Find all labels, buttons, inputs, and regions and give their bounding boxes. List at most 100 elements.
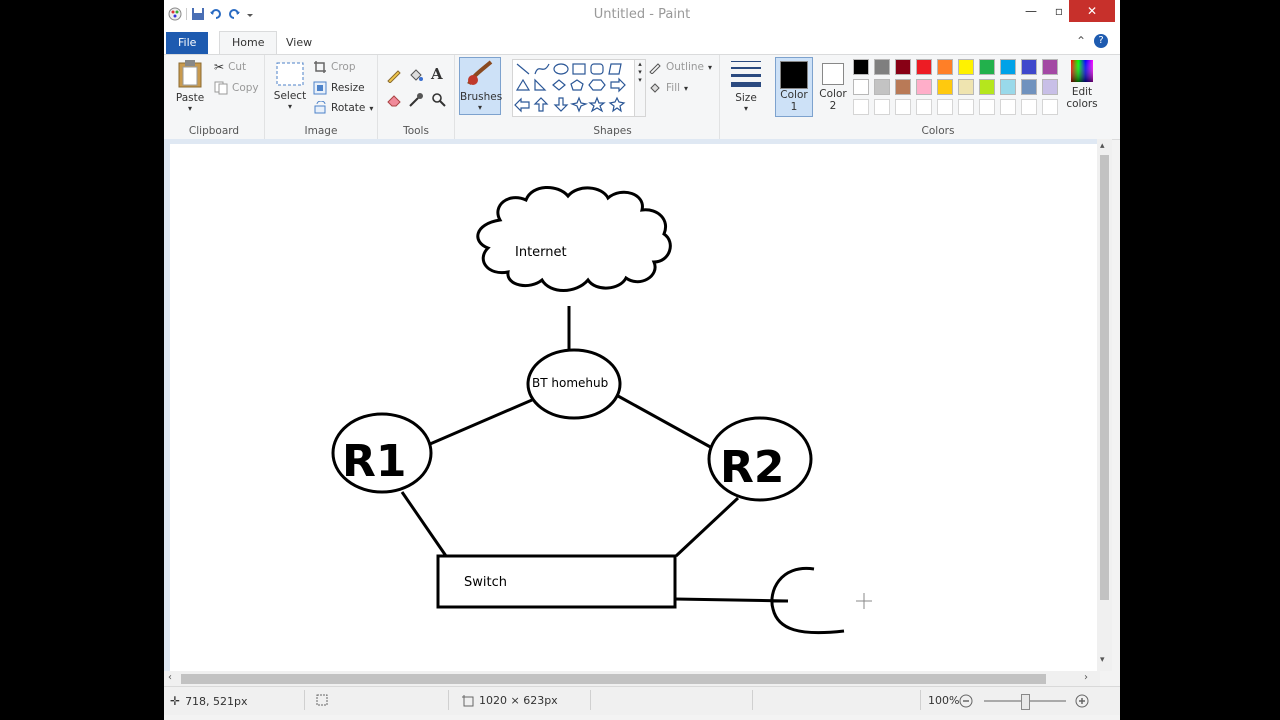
copy-button[interactable]: Copy: [214, 81, 259, 95]
zoom-out-icon: [959, 694, 973, 708]
horizontal-scroll-thumb[interactable]: [181, 674, 1046, 684]
color1-button[interactable]: Color 1: [775, 57, 813, 117]
rotate-button[interactable]: Rotate ▾: [313, 101, 373, 115]
vertical-scrollbar[interactable]: ▴ ▾: [1097, 139, 1112, 671]
crop-label: Crop: [331, 61, 356, 73]
window-title: Untitled - Paint: [593, 7, 691, 22]
palette-swatch[interactable]: [1042, 79, 1058, 95]
fill-button[interactable]: Fill ▾: [648, 81, 688, 95]
internet-label: Internet: [515, 245, 567, 260]
colors-group-label: Colors: [921, 125, 955, 137]
scroll-up-icon[interactable]: ▴: [1100, 141, 1105, 151]
brushes-label: Brushes: [460, 91, 503, 103]
palette-swatch[interactable]: [979, 99, 995, 115]
size-label: Size: [735, 92, 757, 104]
palette-swatch[interactable]: [874, 99, 890, 115]
color2-button[interactable]: Color 2: [815, 57, 851, 117]
palette-swatch[interactable]: [853, 99, 869, 115]
resize-button[interactable]: Resize: [313, 81, 365, 95]
pencil-icon[interactable]: [386, 67, 402, 83]
palette-swatch[interactable]: [1042, 59, 1058, 75]
minimize-button[interactable]: —: [1016, 0, 1046, 22]
hub-r1-link: [429, 398, 533, 446]
palette-swatch[interactable]: [1000, 59, 1016, 75]
palette-swatch[interactable]: [1000, 79, 1016, 95]
paste-label: Paste: [175, 92, 205, 104]
palette-swatch[interactable]: [958, 99, 974, 115]
shapes-gallery[interactable]: [512, 59, 636, 117]
palette-swatch[interactable]: [1021, 79, 1037, 95]
color-palette: [853, 59, 1063, 123]
help-icon[interactable]: ?: [1094, 34, 1108, 48]
rotate-label: Rotate: [331, 102, 366, 114]
resize-icon: [313, 81, 327, 95]
zoom-in-button[interactable]: [1075, 694, 1089, 708]
colors-group: Color 1 Color 2 Edit colors Colors: [773, 55, 1103, 139]
outline-label: Outline: [666, 61, 704, 73]
color-picker-icon[interactable]: [408, 92, 424, 108]
color2-swatch: [822, 63, 844, 85]
outline-button[interactable]: Outline ▾: [648, 60, 712, 74]
palette-swatch[interactable]: [916, 59, 932, 75]
rotate-icon: [314, 101, 326, 114]
canvas-size: 1020 × 623px: [462, 694, 558, 707]
tab-view[interactable]: View: [274, 32, 324, 54]
scroll-left-icon[interactable]: ‹: [168, 672, 172, 683]
image-group: Select ▾ Crop Resize Rotate ▾ Image: [265, 55, 378, 139]
crop-button[interactable]: Crop: [313, 60, 356, 74]
palette-swatch[interactable]: [895, 79, 911, 95]
fill-bucket-icon[interactable]: [408, 67, 424, 83]
brush-icon: [467, 60, 493, 85]
size-group: Size ▾: [720, 55, 772, 139]
tab-home[interactable]: Home: [219, 31, 278, 54]
eraser-icon[interactable]: [386, 92, 402, 108]
palette-swatch[interactable]: [958, 59, 974, 75]
drawing-canvas[interactable]: Internet BT homehub R1 R2 Switch: [170, 144, 1100, 674]
palette-swatch[interactable]: [895, 99, 911, 115]
shapes-gallery-icons: [514, 63, 626, 113]
crosshair-cursor-icon: [856, 593, 872, 609]
tab-file[interactable]: File: [166, 32, 209, 54]
palette-swatch[interactable]: [874, 79, 890, 95]
brushes-button[interactable]: Brushes ▾: [459, 57, 503, 115]
horizontal-scrollbar[interactable]: ‹ ›: [164, 671, 1100, 686]
palette-swatch[interactable]: [1021, 99, 1037, 115]
palette-swatch[interactable]: [916, 79, 932, 95]
selection-size: [316, 694, 328, 706]
palette-swatch[interactable]: [895, 59, 911, 75]
cursor-position-value: 718, 521px: [185, 694, 248, 708]
palette-swatch[interactable]: [1000, 99, 1016, 115]
palette-swatch[interactable]: [958, 79, 974, 95]
palette-swatch[interactable]: [937, 99, 953, 115]
palette-swatch[interactable]: [1042, 99, 1058, 115]
palette-swatch[interactable]: [979, 59, 995, 75]
palette-swatch[interactable]: [937, 59, 953, 75]
color1-swatch: [780, 61, 808, 89]
palette-swatch[interactable]: [937, 79, 953, 95]
zoom-slider[interactable]: [984, 694, 1066, 710]
scroll-right-icon[interactable]: ›: [1084, 672, 1088, 683]
close-button[interactable]: ✕: [1069, 0, 1115, 22]
shapes-scroll[interactable]: ▴ ▾ ▾: [634, 59, 646, 117]
palette-swatch[interactable]: [853, 79, 869, 95]
palette-swatch[interactable]: [874, 59, 890, 75]
zoom-slider-thumb[interactable]: [1021, 694, 1030, 710]
select-button[interactable]: Select ▾: [273, 61, 307, 111]
size-button[interactable]: Size ▾: [726, 59, 766, 113]
edit-colors-button[interactable]: Edit colors: [1063, 59, 1101, 110]
vertical-scroll-thumb[interactable]: [1100, 155, 1109, 600]
zoom-out-button[interactable]: [959, 694, 973, 708]
palette-swatch[interactable]: [853, 59, 869, 75]
select-dropdown-icon: ▾: [287, 102, 292, 111]
r1-switch-link: [400, 491, 448, 557]
cut-button[interactable]: ✂ Cut: [214, 60, 246, 74]
palette-swatch[interactable]: [916, 99, 932, 115]
paste-button[interactable]: Paste ▾: [174, 59, 206, 113]
magnifier-icon[interactable]: [431, 92, 447, 108]
status-divider: [304, 690, 305, 710]
collapse-ribbon-icon[interactable]: ⌃: [1076, 34, 1086, 48]
palette-swatch[interactable]: [979, 79, 995, 95]
scroll-down-icon[interactable]: ▾: [1100, 655, 1105, 665]
text-tool-icon[interactable]: A: [431, 65, 443, 83]
palette-swatch[interactable]: [1021, 59, 1037, 75]
